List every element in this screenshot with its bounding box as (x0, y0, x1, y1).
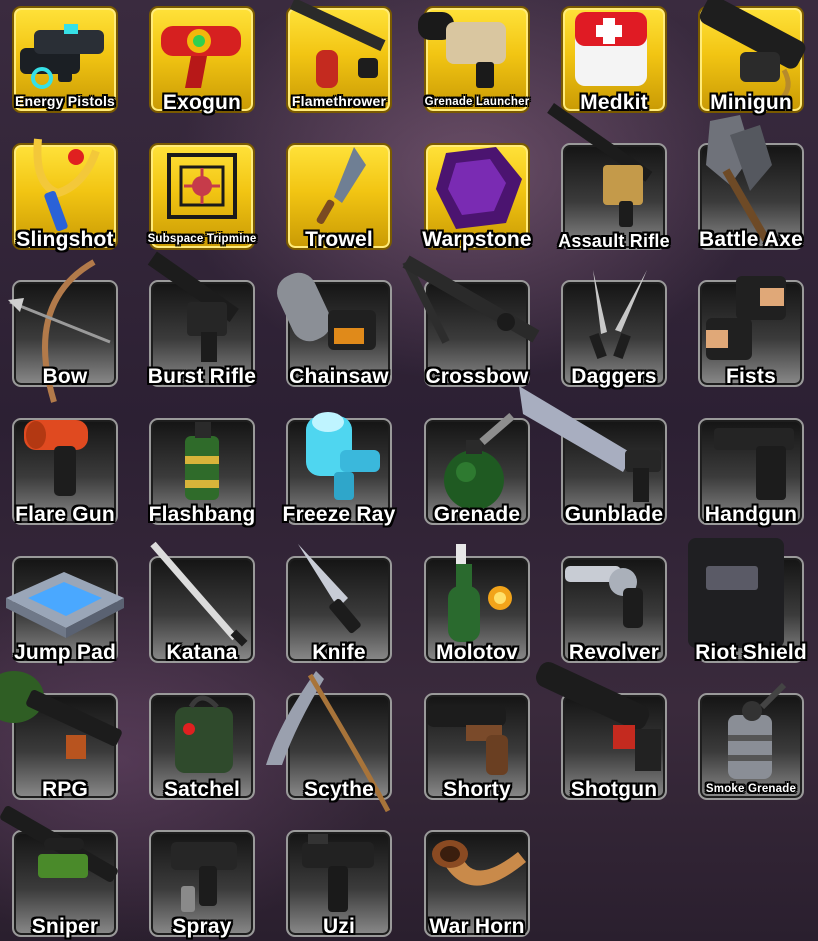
item-slot-fists[interactable]: Fists (698, 276, 804, 388)
item-slot-gunblade[interactable]: Gunblade (519, 386, 667, 526)
item-slot-shotgun[interactable]: Shotgun (535, 662, 667, 801)
item-slot-exogun[interactable]: Exogun (149, 6, 255, 114)
item-label: Battle Axe (699, 228, 803, 251)
item-slot-sniper[interactable]: Sniper (0, 806, 118, 938)
item-slot-warpstone[interactable]: Warpstone (422, 143, 532, 251)
item-slot-freeze-ray[interactable]: Freeze Ray (283, 412, 395, 526)
item-slot-katana[interactable]: Katana (149, 541, 255, 664)
item-label: Spray (172, 915, 232, 938)
item-slot-trowel[interactable]: Trowel (286, 143, 392, 251)
item-slot-energy-pistols[interactable]: Energy Pistols (12, 6, 118, 113)
item-label: Katana (166, 641, 238, 664)
item-slot-crossbow[interactable]: Crossbow (402, 255, 540, 388)
item-label: Shorty (443, 778, 511, 801)
item-slot-bow[interactable]: Bow (8, 259, 118, 403)
item-label: Knife (312, 641, 366, 664)
item-slot-daggers[interactable]: Daggers (561, 270, 667, 388)
item-slot-flashbang[interactable]: Flashbang (149, 418, 255, 526)
item-label: Energy Pistols (14, 93, 116, 109)
item-slot-riot-shield[interactable]: Riot Shield (688, 538, 807, 664)
item-label: Assault Rifle (558, 231, 670, 251)
item-slot-satchel[interactable]: Satchel (149, 693, 255, 801)
item-slot-jump-pad[interactable]: Jump Pad (6, 556, 124, 664)
item-slot-smoke-grenade[interactable]: Smoke Grenade (698, 682, 804, 800)
item-label: Warpstone (422, 228, 532, 251)
item-label: Freeze Ray (282, 503, 396, 526)
item-label: Bow (42, 365, 88, 388)
item-slot-knife[interactable]: Knife (286, 544, 392, 664)
item-label: Fists (725, 365, 776, 388)
item-label: Exogun (162, 91, 242, 114)
item-slot-spray[interactable]: Spray (149, 830, 255, 938)
item-slot-uzi[interactable]: Uzi (286, 830, 392, 938)
item-label: Jump Pad (14, 641, 116, 664)
item-label: Uzi (322, 915, 356, 938)
item-slot-battle-axe[interactable]: Battle Axe (698, 115, 804, 251)
item-label: Grenade Launcher (424, 96, 530, 108)
item-label: Flare Gun (15, 503, 115, 526)
item-label: Subspace Tripmine (147, 233, 257, 245)
item-slot-chainsaw[interactable]: Chainsaw (277, 272, 392, 388)
item-slot-rpg[interactable]: RPG (0, 671, 122, 801)
item-label: Handgun (704, 503, 798, 526)
item-label: Daggers (571, 365, 657, 388)
item-slot-grenade-launcher[interactable]: Grenade Launcher (418, 6, 530, 113)
item-slot-flare-gun[interactable]: Flare Gun (12, 418, 118, 526)
item-slot-slingshot[interactable]: Slingshot (12, 138, 118, 251)
item-label: Shotgun (570, 778, 658, 801)
item-label: Riot Shield (695, 641, 807, 664)
item-label: Scythe (303, 778, 375, 801)
item-label: Smoke Grenade (705, 783, 797, 795)
item-label: Gunblade (564, 503, 664, 526)
item-slot-grenade[interactable]: Grenade (424, 412, 530, 526)
item-slot-shorty[interactable]: Shorty (424, 693, 530, 801)
item-label: Satchel (163, 778, 241, 801)
item-slot-minigun[interactable]: Minigun (698, 0, 806, 114)
item-slot-assault-rifle[interactable]: Assault Rifle (547, 103, 670, 251)
item-label: Burst Rifle (147, 365, 257, 388)
item-label: Slingshot (16, 228, 114, 251)
item-slot-scythe[interactable]: Scythe (266, 671, 392, 813)
item-label: Molotov (436, 641, 518, 664)
item-slot-war-horn[interactable]: War Horn (424, 830, 530, 938)
item-label: Trowel (305, 228, 373, 251)
item-label: Revolver (568, 641, 660, 664)
item-slot-handgun[interactable]: Handgun (698, 418, 804, 526)
item-slot-molotov[interactable]: Molotov (424, 544, 530, 664)
item-label: Chainsaw (289, 365, 389, 388)
item-label: Crossbow (425, 365, 529, 388)
item-label: RPG (41, 778, 89, 801)
item-slot-revolver[interactable]: Revolver (561, 556, 667, 664)
item-label: Sniper (31, 915, 99, 938)
weapon-inventory-grid: Energy Pistols Exogun Flamethrower Grena… (0, 0, 818, 941)
item-slot-flamethrower[interactable]: Flamethrower (286, 0, 392, 113)
item-slot-burst-rifle[interactable]: Burst Rifle (147, 251, 256, 388)
item-label: Minigun (710, 91, 792, 114)
item-label: Flashbang (148, 503, 256, 526)
item-label: Flamethrower (291, 93, 387, 109)
item-label: War Horn (429, 915, 525, 938)
item-label: Grenade (433, 503, 521, 526)
item-slot-subspace-tripmine[interactable]: Subspace Tripmine (148, 143, 256, 250)
item-slot-medkit[interactable]: Medkit (561, 6, 667, 114)
item-label: Medkit (580, 91, 648, 114)
